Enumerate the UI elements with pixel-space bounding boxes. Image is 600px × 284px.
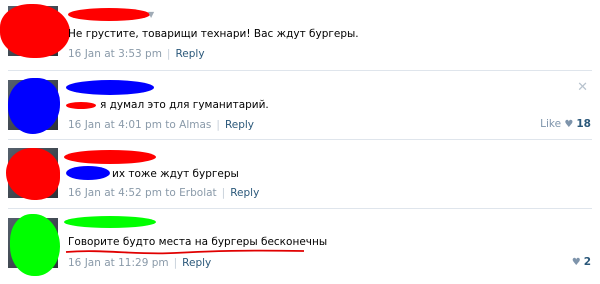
redaction-scribble: [64, 150, 156, 164]
separator: |: [166, 48, 171, 60]
separator: |: [221, 187, 226, 199]
reply-link[interactable]: Reply: [182, 257, 211, 269]
redaction-scribble: [0, 4, 70, 58]
comment-text: их тоже ждут бургеры: [112, 168, 239, 180]
comment-meta: 16 Jan at 3:53 pm | Reply: [68, 48, 205, 60]
like-button[interactable]: ♥ 2: [572, 256, 591, 268]
like-count: 18: [576, 118, 591, 130]
reply-link[interactable]: Reply: [225, 119, 254, 131]
redaction-scribble: [10, 214, 60, 276]
separator: |: [173, 257, 178, 269]
redaction-scribble: [64, 216, 156, 228]
divider: [8, 208, 592, 209]
redaction-scribble: [68, 8, 150, 21]
redaction-scribble: [66, 102, 96, 109]
heart-icon: ♥: [571, 257, 581, 268]
heart-icon: ♥: [564, 119, 574, 130]
like-count: 2: [583, 256, 591, 268]
reply-link[interactable]: Reply: [230, 187, 259, 199]
like-button[interactable]: Like ♥ 18: [540, 118, 591, 130]
separator: |: [216, 119, 220, 131]
comment-text: Не грустите, товарищи технари! Вас ждут …: [68, 28, 359, 40]
comment-meta: 16 Jan at 11:29 pm | Reply: [68, 257, 211, 269]
divider: [8, 139, 592, 140]
comment-meta: 16 Jan at 4:52 pm to Erbolat | Reply: [68, 187, 259, 199]
comment-date[interactable]: 16 Jan at 4:01 pm: [68, 119, 162, 131]
reply-to-prefix: to: [165, 187, 176, 199]
redaction-scribble: [66, 80, 154, 95]
redaction-scribble: [6, 148, 60, 200]
comment-date[interactable]: 16 Jan at 3:53 pm: [68, 48, 162, 60]
reply-link[interactable]: Reply: [175, 48, 204, 60]
comment-meta: 16 Jan at 4:01 pm to Almas | Reply: [68, 119, 254, 131]
chevron-down-icon[interactable]: ▼: [148, 10, 154, 19]
reply-to-name[interactable]: Erbolat: [179, 187, 217, 199]
like-label: Like: [540, 118, 562, 130]
comment-date[interactable]: 16 Jan at 4:52 pm: [68, 187, 162, 199]
comment-date[interactable]: 16 Jan at 11:29 pm: [68, 257, 169, 269]
close-icon[interactable]: ✕: [577, 80, 588, 95]
divider: [8, 70, 592, 71]
comment-text: я думал это для гуманитарий.: [100, 99, 269, 111]
redaction-scribble: [66, 166, 110, 180]
reply-to-prefix: to: [165, 119, 176, 131]
reply-to-name[interactable]: Almas: [179, 119, 211, 131]
